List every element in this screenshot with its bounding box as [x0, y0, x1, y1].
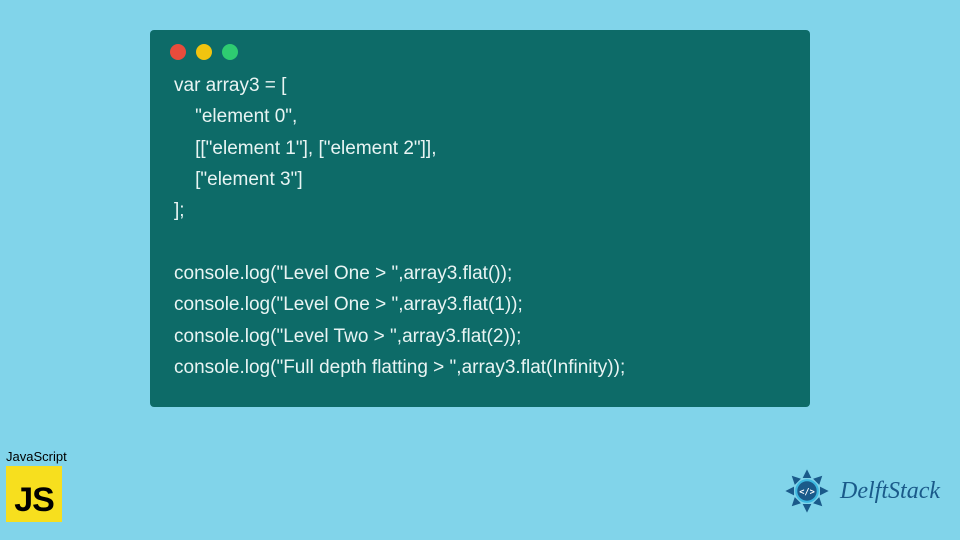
language-label: JavaScript [6, 449, 67, 464]
brand-name: DelftStack [840, 478, 940, 505]
javascript-badge: JavaScript JS [6, 449, 67, 522]
svg-text:</>: </> [799, 487, 815, 497]
maximize-icon [222, 44, 238, 60]
minimize-icon [196, 44, 212, 60]
js-logo-icon: JS [6, 466, 62, 522]
close-icon [170, 44, 186, 60]
js-logo-text: JS [14, 481, 54, 522]
brand-logo: </> DelftStack [780, 464, 940, 518]
code-window: var array3 = [ "element 0", [["element 1… [150, 30, 810, 407]
code-block: var array3 = [ "element 0", [["element 1… [150, 70, 810, 391]
delftstack-icon: </> [780, 464, 834, 518]
window-controls [150, 30, 810, 70]
